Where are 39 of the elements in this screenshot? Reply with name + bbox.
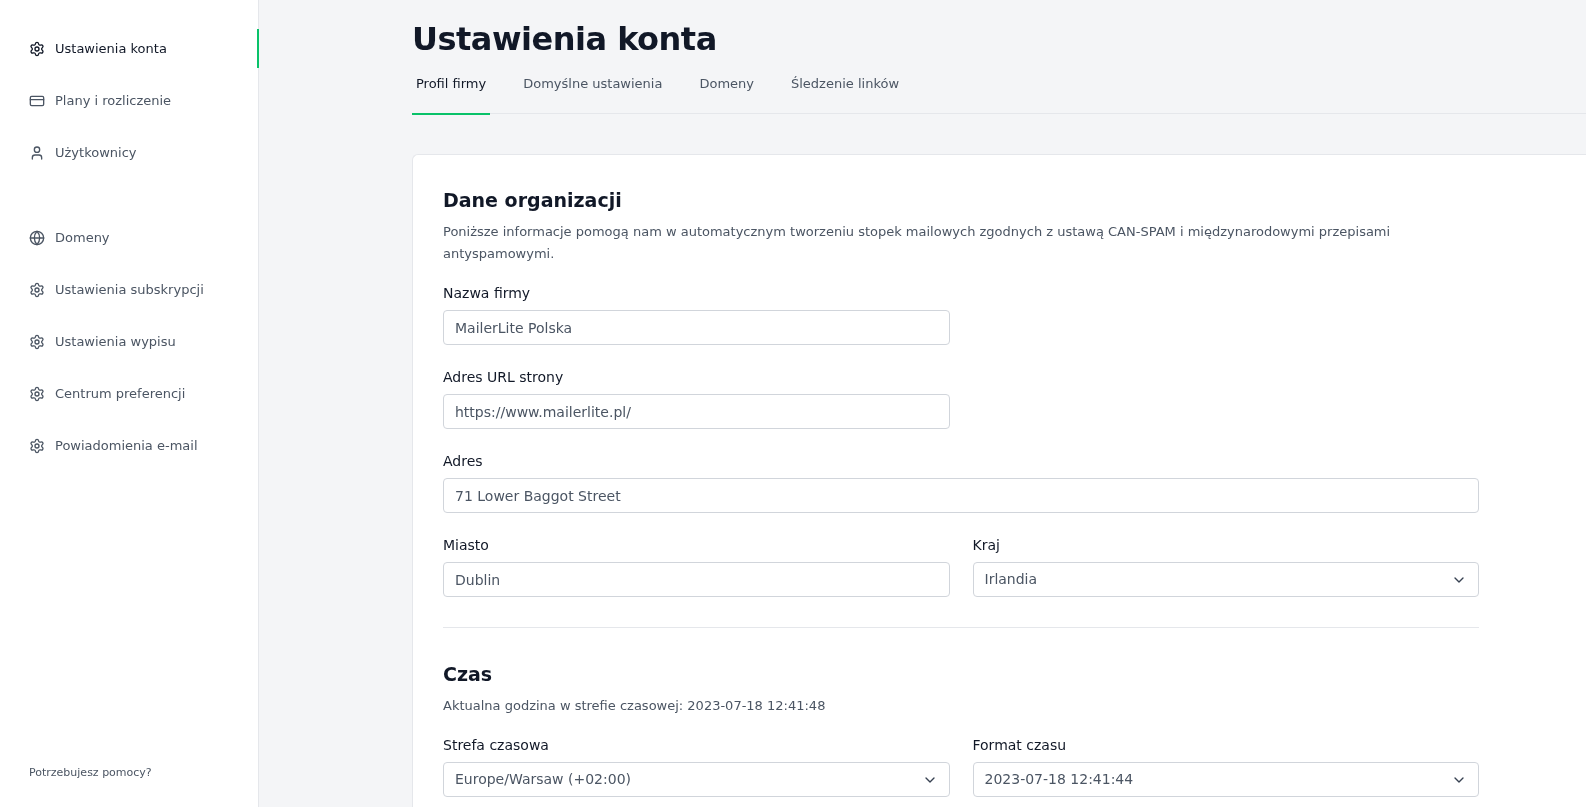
gear-icon: [29, 281, 45, 298]
gear-icon: [29, 437, 45, 454]
sidebar-item[interactable]: Plany i rozliczenie: [0, 81, 259, 120]
tab[interactable]: Domeny: [695, 74, 758, 115]
sidebar-item[interactable]: Centrum preferencji: [0, 374, 259, 413]
select-field[interactable]: Europe/Warsaw (+02:00): [443, 762, 950, 797]
gear-icon: [29, 333, 45, 350]
page-title: Ustawienia konta: [412, 19, 718, 60]
text-field[interactable]: https://www.mailerlite.pl/: [443, 394, 950, 429]
field-label: Adres URL strony: [443, 369, 565, 386]
section-title: Dane organizacji: [443, 188, 623, 213]
sidebar-item[interactable]: Ustawienia wypisu: [0, 322, 259, 361]
section-description: Poniższe informacje pomogą nam w automatycznym tworzeniu stopek mailowych zgodnych z ustawą CAN-SPAM i międzynarodowymi przepisami antyspamowymi.: [443, 223, 1392, 263]
field-label: Format czasu: [972, 737, 1068, 754]
section-description: Aktualna godzina w strefie czasowej: 2023-07-18 12:41:48: [443, 697, 827, 715]
sidebar-item[interactable]: Domeny: [0, 218, 259, 257]
globe-icon: [29, 229, 45, 246]
section-title: Czas: [443, 662, 494, 687]
text-field[interactable]: Dublin: [443, 562, 950, 597]
sidebar-item[interactable]: Użytkownicy: [0, 133, 259, 172]
field-label: Nazwa firmy: [443, 285, 532, 302]
text-field[interactable]: 71 Lower Baggot Street: [443, 478, 1479, 513]
sidebar-item[interactable]: Ustawienia subskrypcji: [0, 270, 259, 309]
sidebar-item[interactable]: Powiadomienia e-mail: [0, 426, 259, 465]
field-label: Miasto: [443, 537, 490, 554]
select-field[interactable]: 2023-07-18 12:41:44: [972, 762, 1479, 797]
gear-icon: [29, 385, 45, 402]
select-field[interactable]: Irlandia: [972, 562, 1479, 597]
user-icon: [29, 144, 45, 161]
help-link[interactable]: Potrzebujesz pomocy?: [0, 764, 258, 781]
text-field[interactable]: MailerLite Polska: [443, 310, 950, 345]
field-label: Kraj: [972, 537, 1001, 554]
field-label: Adres: [443, 453, 484, 470]
sidebar-item[interactable]: Ustawienia konta: [0, 29, 259, 68]
field-label: Strefa czasowa: [443, 737, 550, 754]
tab[interactable]: Śledzenie linków: [787, 74, 904, 115]
gear-icon: [29, 40, 45, 57]
tab[interactable]: Domyślne ustawienia: [519, 74, 667, 115]
tab[interactable]: Profil firmy: [412, 74, 491, 115]
